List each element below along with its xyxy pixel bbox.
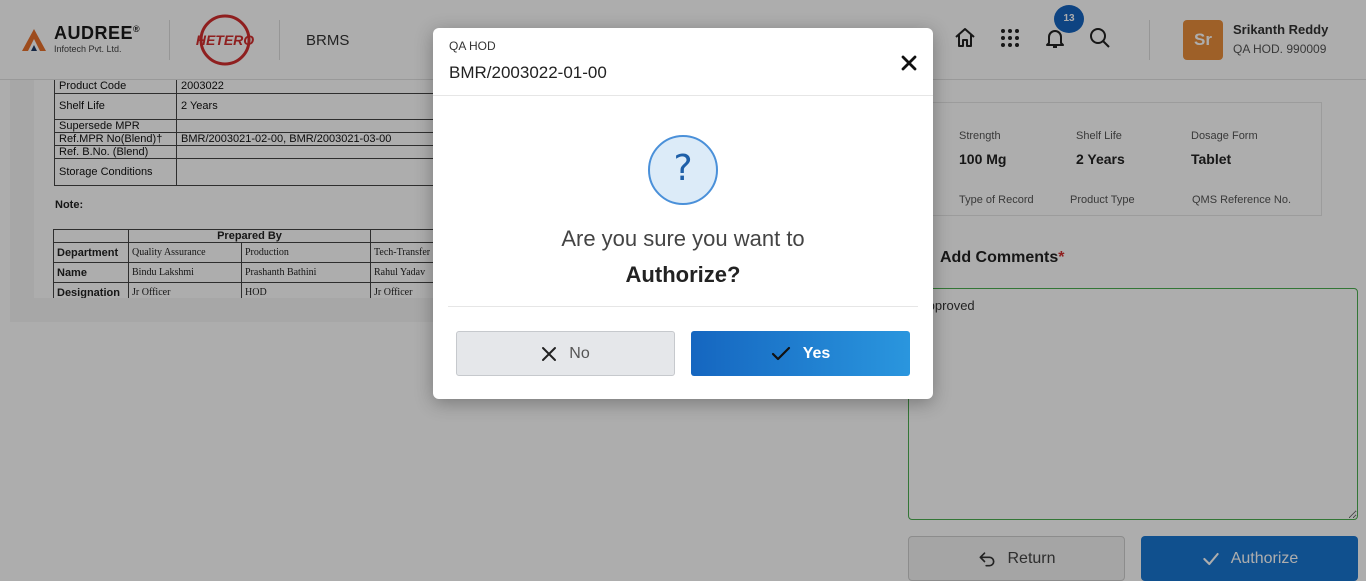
confirm-dialog: QA HOD BMR/2003022-01-00 ? Are you sure … <box>433 28 933 399</box>
yes-button[interactable]: Yes <box>691 331 910 376</box>
yes-button-label: Yes <box>802 344 831 362</box>
dialog-role: QA HOD <box>449 39 496 53</box>
check-icon <box>771 346 790 360</box>
dialog-action: Authorize? <box>625 262 741 287</box>
no-button-label: No <box>569 344 590 362</box>
no-button[interactable]: No <box>456 331 675 376</box>
close-icon <box>542 346 557 361</box>
dialog-title: BMR/2003022-01-00 <box>449 63 607 82</box>
dialog-message: Are you sure you want to <box>561 226 805 251</box>
close-icon[interactable] <box>899 53 919 73</box>
dialog-footer-divider <box>448 306 918 307</box>
question-icon: ? <box>648 135 718 205</box>
dialog-header-divider <box>433 95 933 96</box>
